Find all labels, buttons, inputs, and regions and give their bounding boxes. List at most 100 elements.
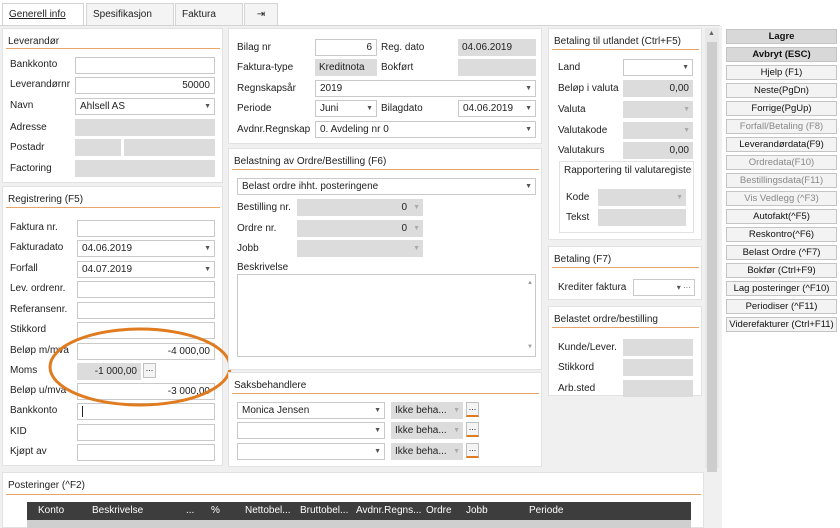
section-underline xyxy=(6,48,220,49)
column-jobb[interactable]: Jobb xyxy=(466,502,488,520)
navn-select[interactable]: Ahlsell AS ▼ xyxy=(75,98,215,115)
regnskapsar-select[interactable]: 2019 ▼ xyxy=(315,80,536,97)
status-field-3: Ikke beha... ▼ xyxy=(391,443,463,460)
section-underline xyxy=(232,169,539,170)
action-button-13[interactable]: Bokfør (Ctrl+F9) xyxy=(726,263,837,278)
kjopt-av-input[interactable] xyxy=(77,444,215,461)
utland-title: Betaling til utlandet (Ctrl+F5) xyxy=(554,36,682,47)
valuta-field: ▼ xyxy=(623,101,693,118)
navn-value: Ahlsell AS xyxy=(80,101,126,112)
saksbehandler-select-1[interactable]: Monica Jensen ▼ xyxy=(237,402,385,419)
tab-generell-info[interactable]: Generell info (F2) xyxy=(2,3,84,41)
action-button-9[interactable]: Vis Vedlegg (^F3) xyxy=(726,191,837,206)
reg-dato-field: 04.06.2019 xyxy=(458,39,536,56)
belast-ordre-select[interactable]: Belast ordre ihht. posteringene ▼ xyxy=(237,178,536,195)
column-percent[interactable]: % xyxy=(211,502,220,520)
label-kode: Kode xyxy=(566,192,590,203)
bilag-nr-input[interactable]: 6 xyxy=(315,39,377,56)
ordre-nr-field: 0 ▼ xyxy=(297,220,423,237)
chevron-down-icon: ▼ xyxy=(676,194,683,201)
action-button-3[interactable]: Neste(PgDn) xyxy=(726,83,837,98)
scroll-up-icon[interactable]: ▲ xyxy=(708,30,715,37)
column-beskrivelse[interactable]: Beskrivelse xyxy=(92,502,143,520)
label-bankkonto: Bankkonto xyxy=(10,59,58,70)
betaling-panel: Betaling (F7) Krediter faktura ▾ ··· xyxy=(548,246,702,300)
saksbehandler-more-button[interactable]: ... xyxy=(466,443,479,458)
label-stikkord: Stikkord xyxy=(10,324,47,335)
column-ordre[interactable]: Ordre xyxy=(426,502,452,520)
leverandornr-input[interactable]: 50000 xyxy=(75,77,215,94)
action-button-0[interactable]: Lagre xyxy=(726,29,837,44)
action-button-10[interactable]: Autofakt(^F5) xyxy=(726,209,837,224)
column-avdnr[interactable]: Avdnr.Regns... xyxy=(356,502,421,520)
column-more[interactable]: ... xyxy=(186,502,194,520)
scroll-down-icon[interactable]: ▼ xyxy=(527,340,533,355)
chevron-down-icon: ▼ xyxy=(453,448,460,455)
status-field-2: Ikke beha... ▼ xyxy=(391,422,463,439)
bilagdato-input[interactable]: 04.06.2019 ▼ xyxy=(458,100,536,117)
action-button-1[interactable]: Avbryt (ESC) xyxy=(726,47,837,62)
periode-select[interactable]: Juni ▼ xyxy=(315,100,377,117)
referansenr-input[interactable] xyxy=(77,302,215,319)
registrering-title: Registrering (F5) xyxy=(8,194,84,205)
action-button-11[interactable]: Reskontro(^F6) xyxy=(726,227,837,242)
bestilling-nr-field: 0 ▼ xyxy=(297,199,423,216)
kode-field: ▼ xyxy=(598,189,686,206)
action-button-6[interactable]: Leverandørdata(F9) xyxy=(726,137,837,152)
bankkonto-input[interactable] xyxy=(75,57,215,74)
saksbehandler-more-button[interactable]: ... xyxy=(466,422,479,437)
label-bestilling-nr: Bestilling nr. xyxy=(237,202,291,213)
poststed-field xyxy=(124,139,215,156)
action-button-15[interactable]: Periodiser (^F11) xyxy=(726,299,837,314)
lev-ordrenr-input[interactable] xyxy=(77,281,215,298)
label-ordre-nr: Ordre nr. xyxy=(237,223,277,234)
column-periode[interactable]: Periode xyxy=(529,502,563,520)
column-konto[interactable]: Konto xyxy=(38,502,64,520)
scroll-up-icon[interactable]: ▲ xyxy=(527,276,533,291)
forfall-input[interactable]: 04.07.2019 ▼ xyxy=(77,261,215,278)
krediter-faktura-select[interactable]: ▾ ··· xyxy=(633,279,695,296)
action-button-4[interactable]: Forrige(PgUp) xyxy=(726,101,837,116)
vertical-scrollbar[interactable]: ▲ xyxy=(705,28,719,472)
action-button-14[interactable]: Lag posteringer (^F10) xyxy=(726,281,837,296)
action-button-16[interactable]: Viderefakturer (Ctrl+F11) xyxy=(726,317,837,332)
tab-spesifikasjon[interactable]: Spesifikasjon (F3) xyxy=(86,3,174,41)
bokfort-field xyxy=(458,59,536,76)
column-nettobelop[interactable]: Nettobel... xyxy=(245,502,291,520)
saksbehandler-more-button[interactable]: ... xyxy=(466,402,479,417)
label-forfall: Forfall xyxy=(10,263,38,274)
chevron-down-icon: ▼ xyxy=(525,126,532,133)
grid-first-row[interactable] xyxy=(27,520,691,528)
saksbehandler-select-2[interactable]: ▼ xyxy=(237,422,385,439)
saksbehandler-name: Monica Jensen xyxy=(242,405,310,416)
land-select[interactable]: ▼ xyxy=(623,59,693,76)
leverandor-panel: Leverandør Bankkonto Leverandørnr 50000 … xyxy=(2,28,223,183)
action-button-8[interactable]: Bestillingsdata(F11) xyxy=(726,173,837,188)
faktura-nr-input[interactable] xyxy=(77,220,215,237)
saksbehandlere-title: Saksbehandlere xyxy=(234,380,307,391)
action-button-7[interactable]: Ordredata(F10) xyxy=(726,155,837,170)
forfall-value: 04.07.2019 xyxy=(82,264,133,275)
belop-i-valuta-field: 0,00 xyxy=(623,80,693,97)
avdeling-select[interactable]: 0. Avdeling nr 0 ▼ xyxy=(315,121,536,138)
pin-icon[interactable]: ⇥ xyxy=(244,3,278,25)
pin-glyph: ⇥ xyxy=(256,9,266,20)
chevron-down-icon: ▼ xyxy=(683,127,690,134)
action-button-5[interactable]: Forfall/Betaling (F8) xyxy=(726,119,837,134)
saksbehandler-select-3[interactable]: ▼ xyxy=(237,443,385,460)
tab-faktura[interactable]: Faktura (F4) xyxy=(175,3,243,41)
factoring-field xyxy=(75,160,215,177)
bilag-panel: Bilag nr 6 Reg. dato 04.06.2019 Faktura-… xyxy=(228,28,542,144)
label-kjopt-av: Kjøpt av xyxy=(10,446,47,457)
fakturadato-input[interactable]: 04.06.2019 ▼ xyxy=(77,240,215,257)
beskrivelse-textarea[interactable]: ▲ ▼ xyxy=(237,274,536,357)
action-button-2[interactable]: Hjelp (F1) xyxy=(726,65,837,80)
scrollbar-thumb[interactable] xyxy=(707,42,717,472)
action-button-12[interactable]: Belast Ordre (^F7) xyxy=(726,245,837,260)
chevron-down-icon: ▼ xyxy=(204,245,211,252)
arb-sted-field xyxy=(623,380,693,397)
label-bokfort: Bokført xyxy=(381,62,414,73)
column-bruttobelop[interactable]: Bruttobel... xyxy=(300,502,348,520)
label-land: Land xyxy=(558,62,581,73)
kid-input[interactable] xyxy=(77,424,215,441)
